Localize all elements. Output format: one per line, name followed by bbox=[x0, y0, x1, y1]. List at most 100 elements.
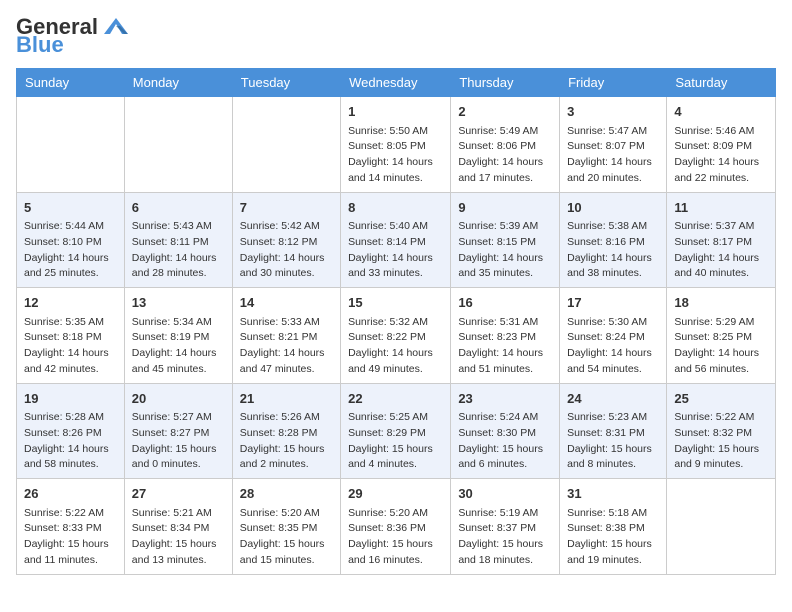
day-info: Sunrise: 5:30 AM Sunset: 8:24 PM Dayligh… bbox=[567, 315, 659, 378]
calendar-cell: 5Sunrise: 5:44 AM Sunset: 8:10 PM Daylig… bbox=[17, 192, 125, 288]
day-number: 2 bbox=[458, 102, 552, 122]
day-number: 25 bbox=[674, 389, 768, 409]
day-info: Sunrise: 5:22 AM Sunset: 8:32 PM Dayligh… bbox=[674, 410, 768, 473]
day-info: Sunrise: 5:49 AM Sunset: 8:06 PM Dayligh… bbox=[458, 124, 552, 187]
calendar-cell: 30Sunrise: 5:19 AM Sunset: 8:37 PM Dayli… bbox=[451, 479, 560, 575]
day-info: Sunrise: 5:28 AM Sunset: 8:26 PM Dayligh… bbox=[24, 410, 117, 473]
day-number: 12 bbox=[24, 293, 117, 313]
calendar-cell: 22Sunrise: 5:25 AM Sunset: 8:29 PM Dayli… bbox=[341, 383, 451, 479]
day-info: Sunrise: 5:47 AM Sunset: 8:07 PM Dayligh… bbox=[567, 124, 659, 187]
weekday-header-tuesday: Tuesday bbox=[232, 69, 340, 97]
day-info: Sunrise: 5:25 AM Sunset: 8:29 PM Dayligh… bbox=[348, 410, 443, 473]
calendar-cell: 3Sunrise: 5:47 AM Sunset: 8:07 PM Daylig… bbox=[560, 97, 667, 193]
calendar-cell: 12Sunrise: 5:35 AM Sunset: 8:18 PM Dayli… bbox=[17, 288, 125, 384]
day-number: 27 bbox=[132, 484, 225, 504]
day-number: 10 bbox=[567, 198, 659, 218]
calendar-cell: 7Sunrise: 5:42 AM Sunset: 8:12 PM Daylig… bbox=[232, 192, 340, 288]
day-info: Sunrise: 5:40 AM Sunset: 8:14 PM Dayligh… bbox=[348, 219, 443, 282]
calendar-cell: 27Sunrise: 5:21 AM Sunset: 8:34 PM Dayli… bbox=[124, 479, 232, 575]
day-info: Sunrise: 5:18 AM Sunset: 8:38 PM Dayligh… bbox=[567, 506, 659, 569]
calendar-cell: 14Sunrise: 5:33 AM Sunset: 8:21 PM Dayli… bbox=[232, 288, 340, 384]
calendar-cell: 6Sunrise: 5:43 AM Sunset: 8:11 PM Daylig… bbox=[124, 192, 232, 288]
calendar-cell: 18Sunrise: 5:29 AM Sunset: 8:25 PM Dayli… bbox=[667, 288, 776, 384]
day-number: 15 bbox=[348, 293, 443, 313]
calendar-cell: 2Sunrise: 5:49 AM Sunset: 8:06 PM Daylig… bbox=[451, 97, 560, 193]
day-number: 24 bbox=[567, 389, 659, 409]
day-info: Sunrise: 5:39 AM Sunset: 8:15 PM Dayligh… bbox=[458, 219, 552, 282]
day-number: 17 bbox=[567, 293, 659, 313]
day-info: Sunrise: 5:20 AM Sunset: 8:35 PM Dayligh… bbox=[240, 506, 333, 569]
calendar-cell: 4Sunrise: 5:46 AM Sunset: 8:09 PM Daylig… bbox=[667, 97, 776, 193]
weekday-header-saturday: Saturday bbox=[667, 69, 776, 97]
calendar-week-1: 1Sunrise: 5:50 AM Sunset: 8:05 PM Daylig… bbox=[17, 97, 776, 193]
day-info: Sunrise: 5:38 AM Sunset: 8:16 PM Dayligh… bbox=[567, 219, 659, 282]
day-info: Sunrise: 5:46 AM Sunset: 8:09 PM Dayligh… bbox=[674, 124, 768, 187]
calendar-cell bbox=[17, 97, 125, 193]
calendar-week-3: 12Sunrise: 5:35 AM Sunset: 8:18 PM Dayli… bbox=[17, 288, 776, 384]
day-number: 20 bbox=[132, 389, 225, 409]
calendar-cell bbox=[667, 479, 776, 575]
day-info: Sunrise: 5:31 AM Sunset: 8:23 PM Dayligh… bbox=[458, 315, 552, 378]
day-info: Sunrise: 5:33 AM Sunset: 8:21 PM Dayligh… bbox=[240, 315, 333, 378]
day-number: 18 bbox=[674, 293, 768, 313]
day-number: 13 bbox=[132, 293, 225, 313]
day-number: 28 bbox=[240, 484, 333, 504]
day-number: 30 bbox=[458, 484, 552, 504]
day-info: Sunrise: 5:32 AM Sunset: 8:22 PM Dayligh… bbox=[348, 315, 443, 378]
day-info: Sunrise: 5:21 AM Sunset: 8:34 PM Dayligh… bbox=[132, 506, 225, 569]
page-header: General Blue bbox=[16, 16, 776, 56]
day-info: Sunrise: 5:42 AM Sunset: 8:12 PM Dayligh… bbox=[240, 219, 333, 282]
day-info: Sunrise: 5:35 AM Sunset: 8:18 PM Dayligh… bbox=[24, 315, 117, 378]
day-number: 9 bbox=[458, 198, 552, 218]
day-number: 4 bbox=[674, 102, 768, 122]
day-number: 5 bbox=[24, 198, 117, 218]
day-number: 23 bbox=[458, 389, 552, 409]
calendar-cell: 21Sunrise: 5:26 AM Sunset: 8:28 PM Dayli… bbox=[232, 383, 340, 479]
day-number: 29 bbox=[348, 484, 443, 504]
day-info: Sunrise: 5:34 AM Sunset: 8:19 PM Dayligh… bbox=[132, 315, 225, 378]
calendar-cell: 16Sunrise: 5:31 AM Sunset: 8:23 PM Dayli… bbox=[451, 288, 560, 384]
calendar-week-2: 5Sunrise: 5:44 AM Sunset: 8:10 PM Daylig… bbox=[17, 192, 776, 288]
day-number: 1 bbox=[348, 102, 443, 122]
calendar-cell: 26Sunrise: 5:22 AM Sunset: 8:33 PM Dayli… bbox=[17, 479, 125, 575]
weekday-header-monday: Monday bbox=[124, 69, 232, 97]
day-info: Sunrise: 5:24 AM Sunset: 8:30 PM Dayligh… bbox=[458, 410, 552, 473]
day-info: Sunrise: 5:50 AM Sunset: 8:05 PM Dayligh… bbox=[348, 124, 443, 187]
day-number: 19 bbox=[24, 389, 117, 409]
day-number: 21 bbox=[240, 389, 333, 409]
calendar-cell: 24Sunrise: 5:23 AM Sunset: 8:31 PM Dayli… bbox=[560, 383, 667, 479]
weekday-header-friday: Friday bbox=[560, 69, 667, 97]
day-info: Sunrise: 5:20 AM Sunset: 8:36 PM Dayligh… bbox=[348, 506, 443, 569]
calendar-cell: 1Sunrise: 5:50 AM Sunset: 8:05 PM Daylig… bbox=[341, 97, 451, 193]
calendar-week-5: 26Sunrise: 5:22 AM Sunset: 8:33 PM Dayli… bbox=[17, 479, 776, 575]
weekday-header-row: SundayMondayTuesdayWednesdayThursdayFrid… bbox=[17, 69, 776, 97]
day-info: Sunrise: 5:27 AM Sunset: 8:27 PM Dayligh… bbox=[132, 410, 225, 473]
calendar-cell bbox=[124, 97, 232, 193]
day-number: 6 bbox=[132, 198, 225, 218]
calendar-cell: 25Sunrise: 5:22 AM Sunset: 8:32 PM Dayli… bbox=[667, 383, 776, 479]
day-number: 14 bbox=[240, 293, 333, 313]
day-info: Sunrise: 5:22 AM Sunset: 8:33 PM Dayligh… bbox=[24, 506, 117, 569]
day-number: 22 bbox=[348, 389, 443, 409]
logo-blue-text: Blue bbox=[16, 34, 132, 56]
calendar-cell: 28Sunrise: 5:20 AM Sunset: 8:35 PM Dayli… bbox=[232, 479, 340, 575]
calendar-cell: 15Sunrise: 5:32 AM Sunset: 8:22 PM Dayli… bbox=[341, 288, 451, 384]
weekday-header-thursday: Thursday bbox=[451, 69, 560, 97]
day-number: 31 bbox=[567, 484, 659, 504]
day-number: 26 bbox=[24, 484, 117, 504]
weekday-header-sunday: Sunday bbox=[17, 69, 125, 97]
day-info: Sunrise: 5:29 AM Sunset: 8:25 PM Dayligh… bbox=[674, 315, 768, 378]
calendar-cell: 10Sunrise: 5:38 AM Sunset: 8:16 PM Dayli… bbox=[560, 192, 667, 288]
calendar-cell: 11Sunrise: 5:37 AM Sunset: 8:17 PM Dayli… bbox=[667, 192, 776, 288]
day-info: Sunrise: 5:19 AM Sunset: 8:37 PM Dayligh… bbox=[458, 506, 552, 569]
calendar-cell: 8Sunrise: 5:40 AM Sunset: 8:14 PM Daylig… bbox=[341, 192, 451, 288]
logo: General Blue bbox=[16, 16, 132, 56]
day-number: 11 bbox=[674, 198, 768, 218]
day-info: Sunrise: 5:26 AM Sunset: 8:28 PM Dayligh… bbox=[240, 410, 333, 473]
day-info: Sunrise: 5:43 AM Sunset: 8:11 PM Dayligh… bbox=[132, 219, 225, 282]
day-number: 3 bbox=[567, 102, 659, 122]
day-info: Sunrise: 5:44 AM Sunset: 8:10 PM Dayligh… bbox=[24, 219, 117, 282]
calendar-cell: 13Sunrise: 5:34 AM Sunset: 8:19 PM Dayli… bbox=[124, 288, 232, 384]
calendar-cell bbox=[232, 97, 340, 193]
day-number: 7 bbox=[240, 198, 333, 218]
